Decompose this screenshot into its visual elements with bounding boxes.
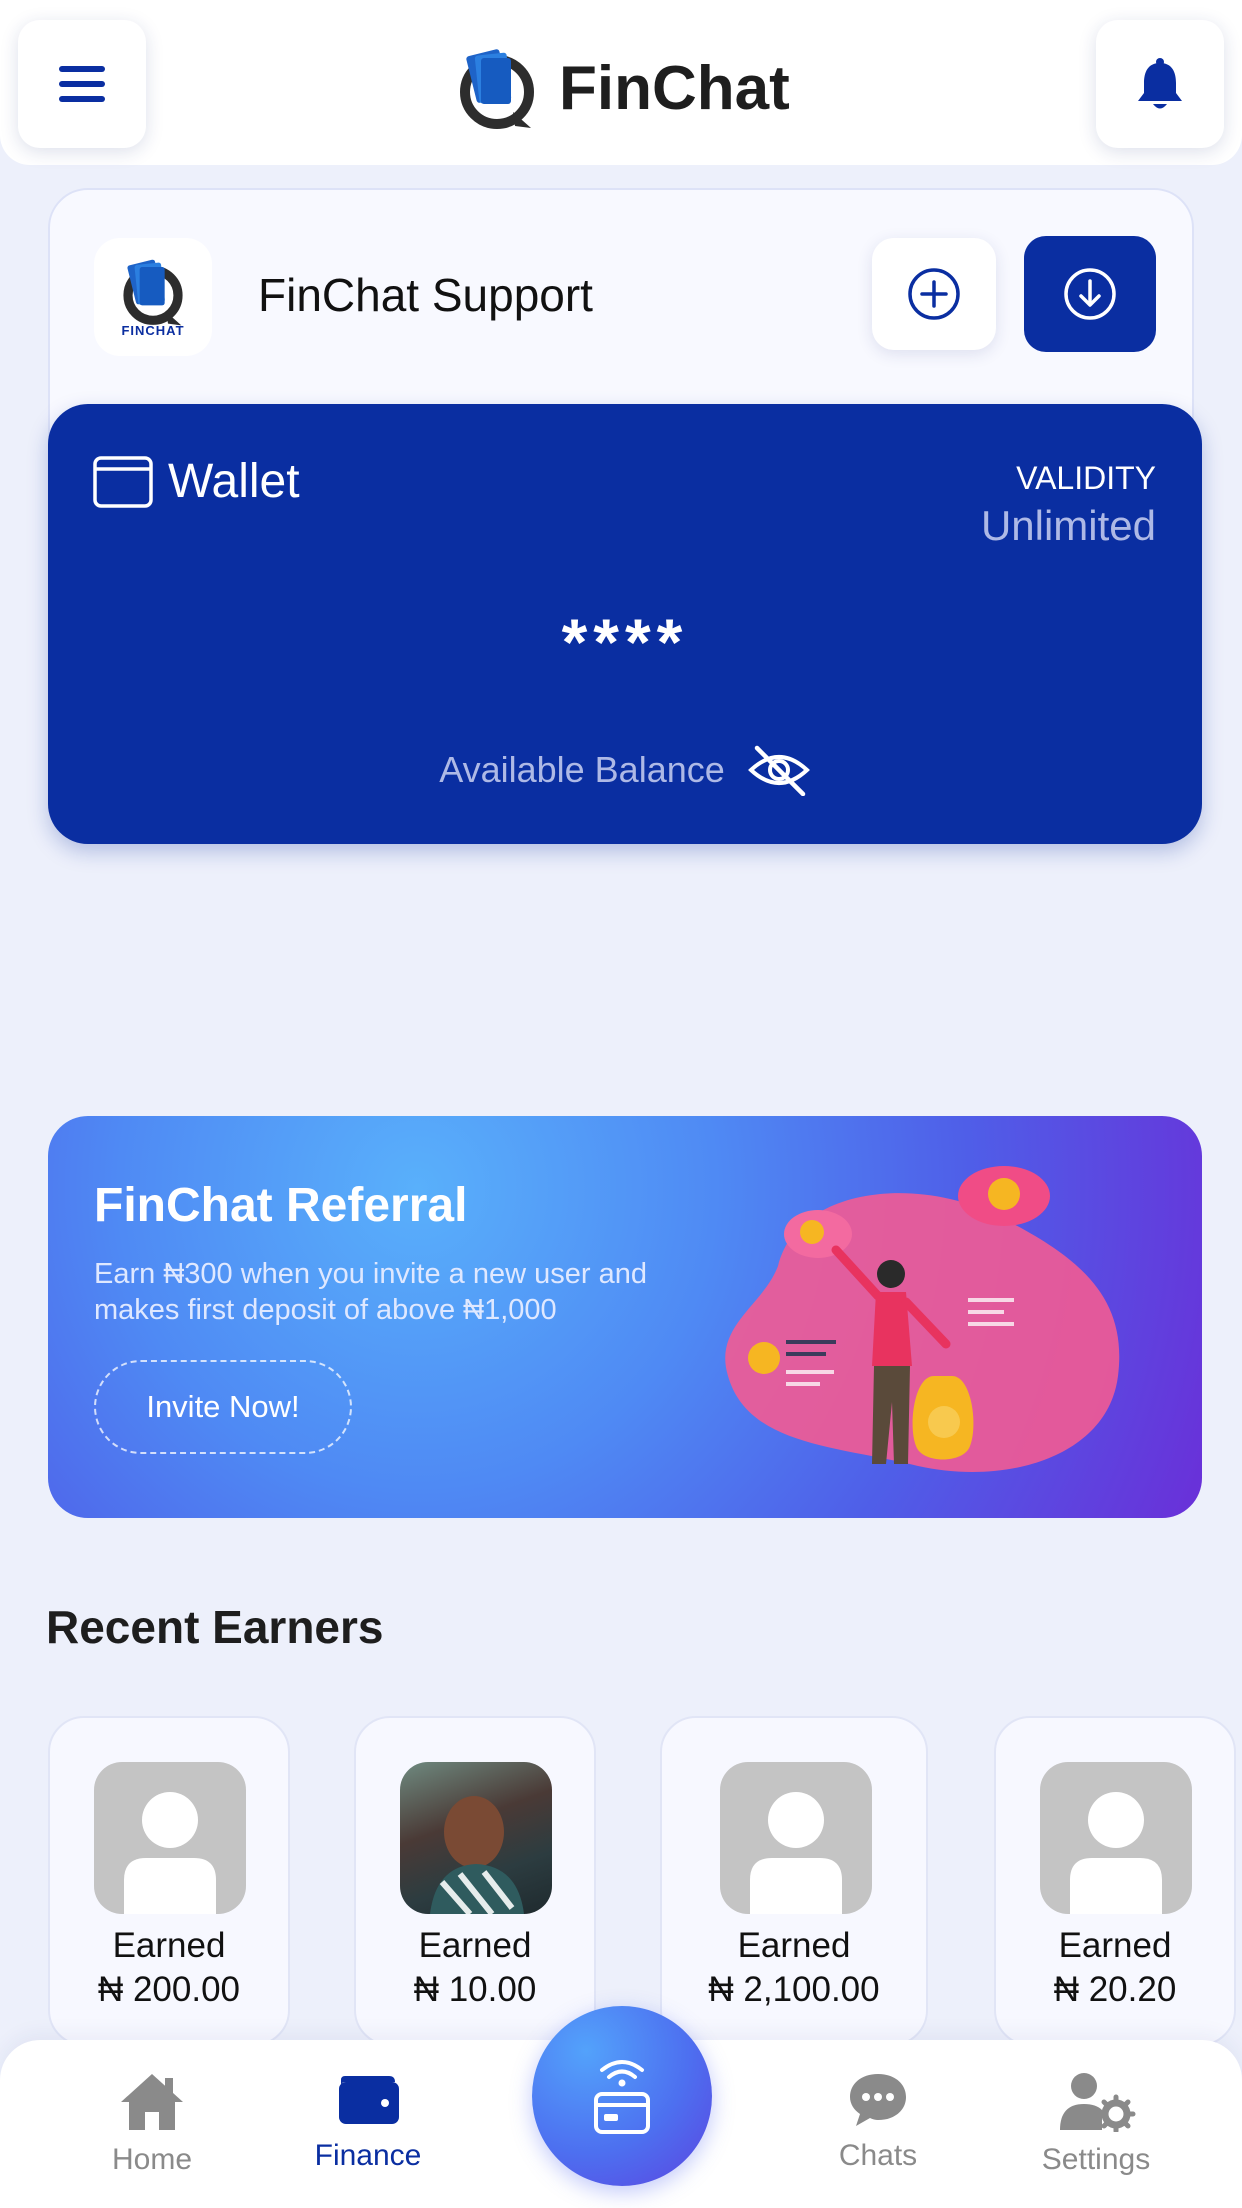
notifications-button[interactable]: [1096, 20, 1224, 148]
nav-finance[interactable]: Finance: [288, 2070, 448, 2173]
wallet-icon: [339, 2076, 399, 2124]
nav-chats[interactable]: Chats: [798, 2070, 958, 2173]
balance-row: Available Balance: [48, 744, 1202, 796]
nav-home-label: Home: [111, 2143, 193, 2176]
finance-screen: FinChat FINCHAT FinChat Support Wallet V…: [0, 0, 1242, 2208]
balance-value: ****: [561, 605, 689, 679]
earned-label: Earned: [418, 1926, 532, 1965]
avatar: [1040, 1762, 1192, 1914]
earned-amount: ₦ 2,100.00: [708, 1970, 880, 2009]
logo-caption: FINCHAT: [121, 322, 185, 338]
app-title: FinChat: [559, 53, 790, 123]
earned-label: Earned: [737, 1926, 851, 1965]
referral-description: Earn ₦300 when you invite a new user and…: [94, 1258, 647, 1326]
recent-earners-title: Recent Earners: [46, 1601, 384, 1653]
earner-card[interactable]: Earned ₦ 20.20: [994, 1716, 1236, 2046]
earned-amount: ₦ 10.00: [413, 1970, 537, 2009]
earner-card[interactable]: Earned ₦ 200.00: [48, 1716, 290, 2046]
wallet-card: Wallet VALIDITY Unlimited **** Available…: [48, 404, 1202, 844]
photo-avatar-icon: [430, 1796, 524, 1914]
finchat-logo-icon: [123, 259, 183, 325]
validity-label: VALIDITY: [1016, 460, 1156, 496]
earner-card[interactable]: Earned ₦ 10.00: [354, 1716, 596, 2046]
avatar: [400, 1762, 552, 1914]
chat-bubble-icon: [850, 2074, 906, 2126]
earned-label: Earned: [112, 1926, 226, 1965]
support-name: FinChat Support: [258, 269, 593, 321]
add-funds-button[interactable]: [872, 238, 996, 350]
referral-banner: FinChat Referral Earn ₦300 when you invi…: [48, 1116, 1202, 1518]
invite-now-button[interactable]: Invite Now!: [94, 1360, 352, 1454]
support-avatar: FINCHAT: [94, 238, 212, 356]
validity-value: Unlimited: [980, 502, 1156, 549]
pay-card-button[interactable]: [532, 2006, 712, 2186]
finchat-logo-icon: [460, 49, 534, 129]
withdraw-button[interactable]: [1024, 236, 1156, 352]
referral-illustration: [725, 1166, 1120, 1472]
download-circle-icon: [1064, 268, 1116, 320]
menu-button[interactable]: [18, 20, 146, 148]
default-avatar-icon: [1070, 1792, 1162, 1914]
referral-title: FinChat Referral: [94, 1179, 468, 1232]
eye-slash-icon[interactable]: [747, 744, 811, 796]
wallet-icon: [93, 455, 153, 508]
earner-card[interactable]: Earned ₦ 2,100.00: [660, 1716, 928, 2046]
default-avatar-icon: [124, 1792, 216, 1914]
hamburger-menu-icon: [59, 66, 105, 102]
plus-circle-icon: [908, 268, 960, 320]
bell-icon: [1138, 58, 1182, 109]
brand: FinChat: [455, 42, 790, 134]
default-avatar-icon: [750, 1792, 842, 1914]
earned-label: Earned: [1058, 1926, 1172, 1965]
contactless-card-icon: [594, 2060, 650, 2134]
nav-finance-label: Finance: [314, 2139, 422, 2172]
balance-label: Available Balance: [439, 749, 725, 790]
nav-settings[interactable]: Settings: [1016, 2070, 1176, 2177]
avatar: [94, 1762, 246, 1914]
home-icon: [121, 2074, 183, 2130]
earned-amount: ₦ 200.00: [97, 1970, 241, 2009]
nav-chats-label: Chats: [838, 2139, 918, 2172]
wallet-title: Wallet: [168, 455, 300, 508]
nav-settings-label: Settings: [1041, 2143, 1151, 2176]
app-header: FinChat: [0, 0, 1242, 165]
avatar: [720, 1762, 872, 1914]
wallet-header: Wallet: [92, 454, 300, 509]
earned-amount: ₦ 20.20: [1053, 1970, 1177, 2009]
nav-home[interactable]: Home: [72, 2070, 232, 2177]
user-gear-icon: [1060, 2073, 1136, 2134]
